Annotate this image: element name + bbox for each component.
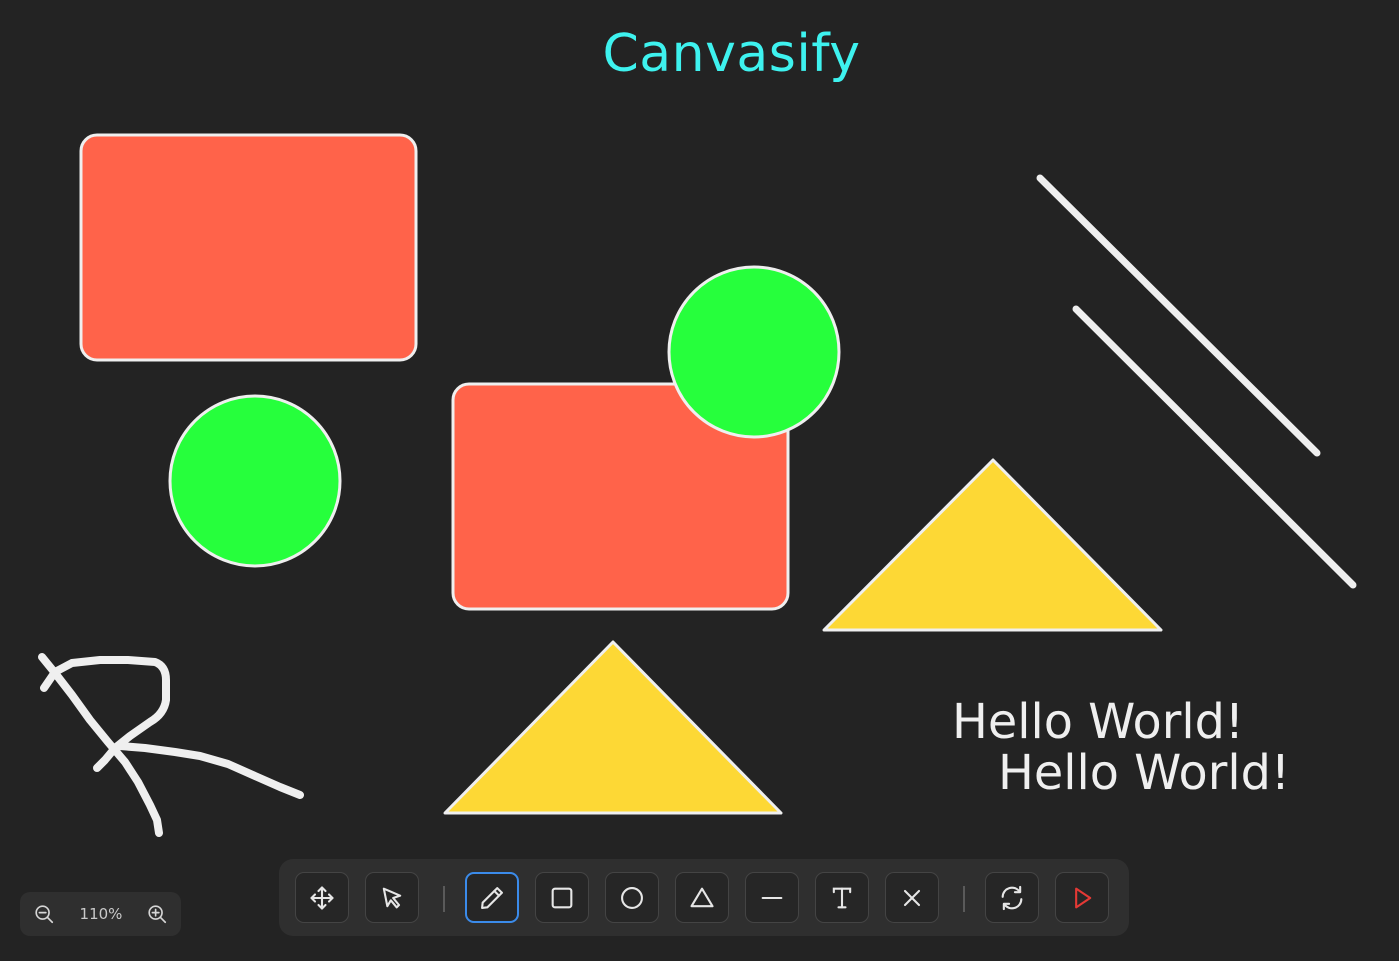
zoom-out-icon: [35, 905, 54, 924]
minus-icon: [761, 896, 783, 899]
zoom-out-button[interactable]: [30, 900, 58, 928]
circle-icon: [621, 886, 643, 909]
triangle-icon: [690, 887, 714, 907]
triangle-shape[interactable]: [443, 640, 783, 815]
drawing-canvas[interactable]: Hello World! Hello World!: [0, 0, 1399, 961]
move-tool[interactable]: [295, 872, 349, 923]
toolbar-divider: [443, 886, 445, 912]
play-icon: [1075, 887, 1092, 908]
text-icon: [832, 887, 852, 908]
zoom-control: 110%: [20, 892, 181, 936]
move-icon: [310, 885, 334, 910]
rectangle-shape[interactable]: [79, 133, 418, 362]
pencil-icon: [481, 886, 503, 909]
line-tool[interactable]: [745, 872, 799, 923]
rectangle-tool[interactable]: [535, 872, 589, 923]
triangle-shape[interactable]: [822, 458, 1163, 632]
toolbar: [279, 859, 1129, 936]
circle-tool[interactable]: [605, 872, 659, 923]
pencil-tool[interactable]: [465, 872, 519, 923]
text-tool[interactable]: [815, 872, 869, 923]
square-icon: [551, 887, 573, 908]
pointer-icon: [382, 887, 402, 908]
zoom-level: 110%: [79, 905, 123, 923]
close-icon: [903, 889, 921, 906]
canvas-text[interactable]: Hello World!: [952, 694, 1244, 750]
clear-tool[interactable]: [885, 872, 939, 923]
zoom-in-icon: [148, 905, 167, 924]
select-tool[interactable]: [365, 872, 419, 923]
play-button[interactable]: [1055, 872, 1109, 923]
canvas-text[interactable]: Hello World!: [998, 745, 1290, 801]
circle-shape[interactable]: [168, 394, 342, 568]
circle-shape[interactable]: [667, 265, 841, 439]
zoom-in-button[interactable]: [143, 900, 171, 928]
refresh-button[interactable]: [985, 872, 1039, 923]
freehand-stroke[interactable]: [38, 653, 304, 837]
triangle-tool[interactable]: [675, 872, 729, 923]
refresh-icon: [1001, 885, 1023, 910]
toolbar-divider: [963, 886, 965, 912]
